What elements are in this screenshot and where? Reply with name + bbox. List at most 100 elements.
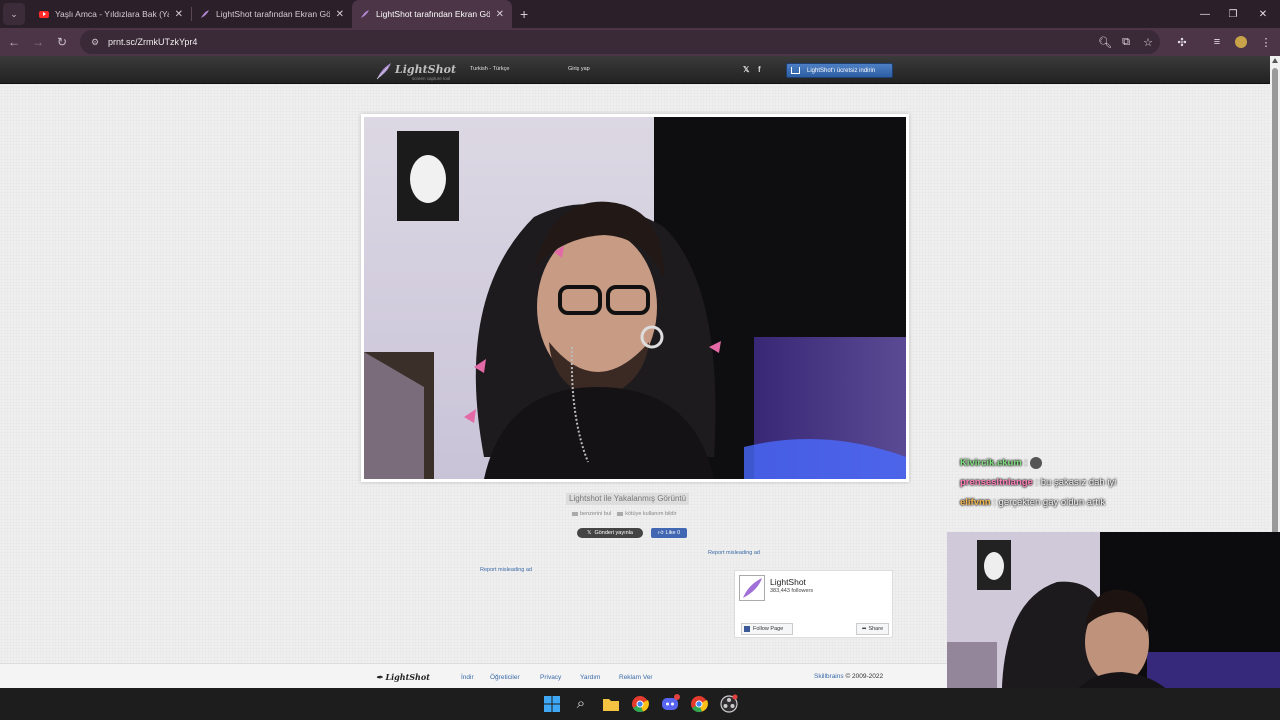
logo-text: LightShot: [395, 63, 457, 76]
chrome-icon[interactable]: [630, 694, 650, 714]
report-abuse-link[interactable]: kötüye kullanım bildir: [617, 511, 677, 517]
thumbs-up-icon: 👍︎: [657, 530, 664, 536]
site-settings-icon[interactable]: ⚙: [84, 31, 106, 53]
login-link[interactable]: Giriş yap: [568, 66, 590, 72]
footer-link-privacy[interactable]: Privacy: [540, 674, 561, 681]
forward-arrow-icon[interactable]: →: [26, 30, 50, 54]
chat-text: : bu şakasız dah iyi: [1035, 477, 1117, 488]
close-icon[interactable]: ✕: [336, 9, 344, 20]
report-abuse-label: kötüye kullanım bildir: [625, 511, 677, 517]
profile-avatar-icon[interactable]: [1229, 30, 1253, 54]
back-arrow-icon[interactable]: ←: [2, 30, 26, 54]
tweet-button-label: Gönderi yayınla: [594, 530, 633, 536]
facebook-page-widget: LightShot 383,443 followers Follow Page …: [734, 570, 893, 638]
close-icon[interactable]: ✕: [175, 9, 183, 20]
toolbar: ← → ↻ ⚙ prnt.sc/ZrmkUTzkYpr4 🔍︎ ⧉ ☆ ✣ ≡ …: [0, 28, 1280, 56]
window-close-icon[interactable]: ✕: [1246, 0, 1280, 28]
chat-username: Kivircik.ekum: [960, 457, 1022, 469]
url-text[interactable]: prnt.sc/ZrmkUTzkYpr4: [108, 37, 197, 47]
copyright-years: © 2009-2022: [845, 673, 884, 680]
search-icon[interactable]: ⌕: [571, 694, 591, 714]
image-caption: Lightshot ile Yakalanmış Görüntü: [566, 493, 690, 505]
close-icon[interactable]: ✕: [496, 9, 504, 20]
bookmark-star-icon[interactable]: ☆: [1136, 30, 1160, 54]
windows-start-icon[interactable]: [542, 694, 562, 714]
chat-message: prensesltnlange : bu şakasız dah iyi: [960, 477, 1260, 497]
footer-link-tutorials[interactable]: Öğreticiler: [490, 674, 520, 681]
find-similar-label: benzerini bul: [580, 511, 612, 517]
tab-strip: ⌄ Yaşlı Amca - Yıldızlara Bak (Yaşlı ✕ L…: [0, 0, 1280, 28]
company-link[interactable]: Skillbrains: [814, 673, 844, 680]
find-similar-link[interactable]: benzerini bul: [572, 511, 611, 517]
chat-username: elifvnn: [960, 497, 991, 508]
copyright: Skillbrains © 2009-2022: [814, 673, 883, 680]
site-header: LightShot screen capture tool Turkish - …: [0, 56, 1270, 84]
chat-message: Kivircik.ekum :: [960, 457, 1260, 477]
image-actions: benzerini bul kötüye kullanım bildir: [572, 511, 677, 517]
extensions-puzzle-icon[interactable]: ✣: [1170, 30, 1194, 54]
download-button[interactable]: LightShot'ı ücretsiz indirin: [786, 63, 893, 78]
youtube-icon: [39, 10, 49, 18]
chat-text: :: [1024, 457, 1028, 469]
file-explorer-icon[interactable]: [601, 694, 621, 714]
discord-icon[interactable]: [660, 694, 680, 714]
tweet-button[interactable]: 𝕏 Gönderi yayınla: [577, 528, 643, 538]
language-selector[interactable]: Turkish - Türkçe: [470, 66, 509, 72]
lightshot-logo[interactable]: LightShot screen capture tool: [376, 60, 456, 81]
page-name-link[interactable]: LightShot: [770, 577, 806, 587]
footer-logo-text: LightShot: [385, 672, 430, 682]
media-controls-icon[interactable]: ≡: [1205, 30, 1229, 54]
twitter-icon[interactable]: 𝕏: [743, 65, 749, 74]
tab-title: Yaşlı Amca - Yıldızlara Bak (Yaşlı: [55, 9, 169, 19]
stream-chat-overlay: Kivircik.ekum : prensesltnlange : bu şak…: [960, 457, 1260, 517]
tab-lightshot-1[interactable]: LightShot tarafından Ekran Görü ✕: [192, 0, 352, 28]
facebook-icon: [744, 626, 750, 632]
share-arrow-icon: ➦: [861, 626, 867, 632]
share-label: Share: [868, 626, 884, 632]
flag-icon: [617, 511, 624, 516]
chrome-icon[interactable]: [689, 694, 709, 714]
tab-lightshot-2[interactable]: LightShot tarafından Ekran Görü ✕: [352, 0, 512, 28]
image-icon: [572, 511, 578, 516]
like-button-label: Like 0: [665, 530, 681, 536]
address-bar[interactable]: ⚙ prnt.sc/ZrmkUTzkYpr4: [80, 30, 1160, 54]
report-ad-link[interactable]: Report misleading ad: [480, 567, 532, 573]
reload-icon[interactable]: ↻: [50, 30, 74, 54]
lightshot-feather-icon: [376, 62, 391, 79]
windows-taskbar: ⌕: [0, 688, 1280, 720]
twitter-x-icon: 𝕏: [587, 530, 592, 536]
logo-tagline: screen capture tool: [412, 76, 451, 81]
follow-page-button[interactable]: Follow Page: [741, 623, 793, 635]
footer-link-advertise[interactable]: Reklam Ver: [619, 674, 653, 681]
chat-username: prensesltnlange: [960, 477, 1033, 488]
follow-label: Follow Page: [753, 626, 784, 632]
scroll-up-icon[interactable]: [1272, 58, 1278, 63]
follower-count: 383,443 followers: [770, 588, 814, 594]
emote-icon: [1029, 457, 1042, 469]
obs-icon[interactable]: [719, 694, 739, 714]
kebab-menu-icon[interactable]: ⋮: [1254, 30, 1278, 54]
lightshot-feather-icon: [361, 10, 369, 18]
tab-title: LightShot tarafından Ekran Görü: [376, 9, 490, 19]
facebook-icon[interactable]: f: [758, 65, 761, 74]
webcam-photo: [364, 117, 906, 479]
tab-search-chevron-icon[interactable]: ⌄: [3, 3, 25, 25]
lightshot-feather-icon: [201, 10, 209, 18]
chat-message: elifvnn : gerçekten gay oldun artık: [960, 497, 1260, 517]
install-app-icon[interactable]: ⧉: [1114, 30, 1138, 54]
chat-text: : gerçekten gay oldun artık: [993, 497, 1106, 508]
footer-link-download[interactable]: İndir: [461, 674, 474, 681]
new-tab-plus-icon[interactable]: +: [520, 6, 528, 22]
captured-screenshot[interactable]: [361, 114, 909, 482]
restore-icon[interactable]: ❐: [1216, 0, 1250, 28]
footer-link-help[interactable]: Yardım: [580, 674, 600, 681]
facebook-like-button[interactable]: 👍︎ Like 0: [651, 528, 687, 538]
download-button-label: LightShot'ı ücretsiz indirin: [807, 67, 876, 74]
page-avatar[interactable]: [739, 575, 765, 601]
tab-title: LightShot tarafından Ekran Görü: [216, 9, 330, 19]
footer-logo[interactable]: ✒ LightShot: [376, 672, 430, 682]
share-button[interactable]: ➦ Share: [856, 623, 889, 635]
tab-youtube[interactable]: Yaşlı Amca - Yıldızlara Bak (Yaşlı ✕: [31, 0, 191, 28]
lightshot-feather-icon: [743, 578, 762, 598]
report-ad-link[interactable]: Report misleading ad: [708, 550, 760, 556]
